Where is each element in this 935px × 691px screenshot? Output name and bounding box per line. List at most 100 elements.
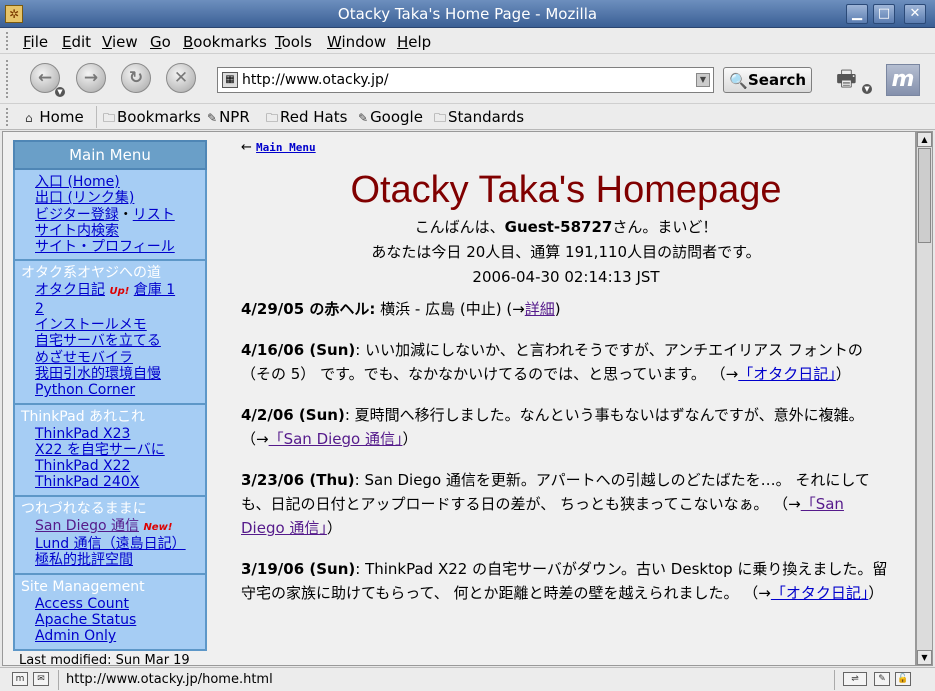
main-menu-link[interactable]: Main Menu xyxy=(256,141,316,154)
toolbar-grip[interactable] xyxy=(6,108,11,126)
sidebar-link-admin-only[interactable]: Admin Only xyxy=(21,628,199,644)
menu-go[interactable]: Go xyxy=(150,33,171,51)
scroll-up-icon[interactable]: ▲ xyxy=(917,132,932,147)
url-bar[interactable]: ▦ ▼ xyxy=(217,67,714,93)
folder-icon: 🗀 xyxy=(103,111,116,125)
scroll-down-icon[interactable]: ▼ xyxy=(917,650,932,665)
stop-icon[interactable]: ✕ xyxy=(166,63,196,93)
sidebar-title: Main Menu xyxy=(13,140,207,170)
news-item: 3/19/06 (Sun): ThinkPad X22 の自宅サーバがダウン。古… xyxy=(241,560,888,602)
vertical-scrollbar[interactable]: ▲ ▼ xyxy=(916,131,933,666)
menu-window[interactable]: Window xyxy=(327,33,386,51)
news-date: 3/19/06 (Sun) xyxy=(241,560,356,578)
news-link[interactable]: 「オタク日記」 xyxy=(771,584,869,602)
sidebar-link-apache-status[interactable]: Apache Status xyxy=(21,612,199,628)
bookmark-home[interactable]: ⌂ Home xyxy=(25,108,84,126)
last-modified: Last modified: Sun Mar 19 xyxy=(19,652,190,666)
news-date: 4/29/05 の赤ヘル: xyxy=(241,300,376,318)
bookmark-npr[interactable]: ✎ NPR xyxy=(207,108,250,126)
sidebar-link-x22-server[interactable]: X22 を自宅サーバに xyxy=(21,442,199,458)
bookmark-folder-standards[interactable]: 🗀 Standards xyxy=(434,108,524,130)
close-icon[interactable]: ✕ xyxy=(904,4,926,24)
personal-toolbar: ⌂ Home 🗀 Bookmarks ✎ NPR 🗀 Red Hats ✎ Google… xyxy=(0,104,935,130)
menu-view[interactable]: View xyxy=(102,33,138,51)
navigator-icon[interactable]: m xyxy=(12,672,28,686)
bookmark-folder-bookmarks[interactable]: 🗀 Bookmarks xyxy=(103,108,201,130)
sidebar-link-site-profile[interactable]: サイト・プロフィール xyxy=(21,239,199,255)
menu-tools[interactable]: Tools xyxy=(275,33,312,51)
sidebar-link-archive-1[interactable]: 倉庫 1 xyxy=(134,282,175,298)
sidebar-link-thinkpad-x23[interactable]: ThinkPad X23 xyxy=(21,426,199,442)
sidebar-link-critique[interactable]: 極私的批評空間 xyxy=(21,552,199,568)
news-link[interactable]: 詳細 xyxy=(525,300,555,318)
news-link[interactable]: 「San Diego 通信」 xyxy=(269,430,403,448)
forward-arrow-icon[interactable]: → xyxy=(76,63,106,93)
maximize-icon[interactable]: □ xyxy=(873,4,895,24)
print-dropdown-icon[interactable]: ▼ xyxy=(862,84,872,94)
page-title: Otacky Taka's Homepage xyxy=(350,169,782,211)
scroll-thumb[interactable] xyxy=(918,148,931,243)
main-column: ← Main Menu Otacky Taka's Homepage こんばんは… xyxy=(241,140,891,622)
status-text: http://www.otacky.jp/home.html xyxy=(66,672,273,687)
toolbar-grip[interactable] xyxy=(6,60,11,98)
sidebar-link-site-search[interactable]: サイト内検索 xyxy=(21,223,199,239)
sidebar-line-san-diego: San Diego 通信 New! xyxy=(21,518,199,536)
news-date: 4/2/06 (Sun) xyxy=(241,406,345,424)
left-arrow-icon: ← xyxy=(241,140,252,155)
sidebar-link-archive-2[interactable]: 2 xyxy=(21,301,199,317)
url-dropdown-icon[interactable]: ▼ xyxy=(696,73,710,87)
greeting: こんばんは、Guest-58727さん。まいど！ あなたは今日 20人目、通算 … xyxy=(241,215,891,290)
search-button[interactable]: 🔍 Search xyxy=(723,67,812,93)
mozilla-m-icon[interactable]: m xyxy=(886,64,920,96)
sidebar-link-home-server[interactable]: 自宅サーバを立てる xyxy=(21,333,199,349)
news-date: 4/16/06 (Sun) xyxy=(241,341,356,359)
news-item: 4/2/06 (Sun): 夏時間へ移行しました。なんという事もないはずなんです… xyxy=(241,406,864,448)
sidebar-link-environment[interactable]: 我田引水的環境自慢 xyxy=(21,366,199,382)
menu-help[interactable]: Help xyxy=(397,33,431,51)
sidebar-link-san-diego[interactable]: San Diego 通信 xyxy=(35,518,139,534)
menu-bookmarks[interactable]: Bookmarks xyxy=(183,33,267,51)
menu-edit[interactable]: Edit xyxy=(62,33,91,51)
cookie-icon[interactable]: ✎ xyxy=(874,672,890,686)
sidebar-link-list[interactable]: リスト xyxy=(133,207,175,223)
site-favicon-icon: ▦ xyxy=(222,72,238,88)
minimize-icon[interactable]: ▁ xyxy=(846,4,868,24)
menu-bar: File Edit View Go Bookmarks Tools Window… xyxy=(0,28,935,54)
security-lock-icon: 🔓 xyxy=(895,672,911,686)
sidebar-menu: Main Menu 入口 (Home) 出口 (リンク集) ビジター登録・リスト… xyxy=(13,140,207,666)
sidebar-link-access-count[interactable]: Access Count xyxy=(21,596,199,612)
sidebar-link-home[interactable]: 入口 (Home) xyxy=(21,174,199,190)
sidebar-link-visitor-register[interactable]: ビジター登録 xyxy=(35,207,119,223)
toolbar-grip[interactable] xyxy=(6,32,11,50)
news-date: 3/23/06 (Thu) xyxy=(241,471,355,489)
news-link[interactable]: 「オタク日記」 xyxy=(738,365,836,383)
url-input[interactable] xyxy=(242,71,682,89)
sidebar-section-heading: つれづれなるままに xyxy=(21,500,147,517)
sidebar-link-mobiler[interactable]: めざせモバイラ xyxy=(21,350,199,366)
page-content[interactable]: Main Menu 入口 (Home) 出口 (リンク集) ビジター登録・リスト… xyxy=(2,131,916,666)
sidebar-link-otaku-diary[interactable]: オタク日記 xyxy=(35,282,105,298)
sidebar-link-lund[interactable]: Lund 通信（遠島日記） xyxy=(21,536,199,552)
sidebar-section-heading: オタク系オヤジへの道 xyxy=(21,265,161,282)
new-badge: New! xyxy=(143,521,173,533)
mail-icon[interactable]: ✉ xyxy=(33,672,49,686)
up-badge: Up! xyxy=(109,286,130,298)
sidebar-section-main: 入口 (Home) 出口 (リンク集) ビジター登録・リスト サイト内検索 サイ… xyxy=(13,170,207,262)
folder-icon: 🗀 xyxy=(266,111,279,125)
menu-file[interactable]: File xyxy=(23,33,48,51)
sidebar-link-links[interactable]: 出口 (リンク集) xyxy=(21,190,199,206)
reload-icon[interactable]: ↻ xyxy=(121,63,151,93)
sidebar-link-python-corner[interactable]: Python Corner xyxy=(21,382,199,398)
sidebar-line-visitor: ビジター登録・リスト xyxy=(35,206,175,223)
greeting-line-1: こんばんは、Guest-58727さん。まいど！ xyxy=(414,218,718,236)
back-history-dropdown-icon[interactable]: ▼ xyxy=(55,87,65,97)
back-to-main-menu: ← Main Menu xyxy=(241,140,891,155)
bookmark-google[interactable]: ✎ Google xyxy=(358,108,423,126)
current-datetime: 2006-04-30 02:14:13 JST xyxy=(472,268,660,286)
online-status-icon[interactable]: ⇌ xyxy=(843,672,867,686)
sidebar-link-thinkpad-x22[interactable]: ThinkPad X22 xyxy=(21,458,199,474)
bookmark-folder-red-hats[interactable]: 🗀 Red Hats xyxy=(266,108,347,130)
sidebar-link-install-memo[interactable]: インストールメモ xyxy=(21,317,199,333)
sidebar-link-thinkpad-240x[interactable]: ThinkPad 240X xyxy=(21,474,199,490)
printer-icon[interactable]: 🖶 ▼ xyxy=(836,62,872,94)
